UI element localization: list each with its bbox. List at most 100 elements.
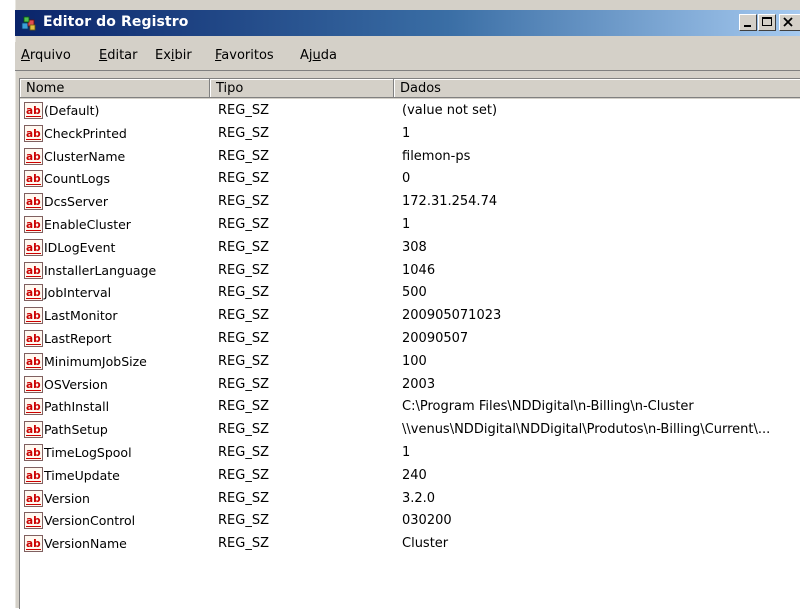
svg-text:ab: ab (26, 265, 41, 277)
window-title: Editor do Registro (43, 14, 189, 30)
menu-favoritos[interactable]: Favoritos (215, 48, 274, 63)
value-data: 1 (402, 445, 411, 460)
value-type: REG_SZ (218, 353, 269, 369)
value-name: Version (44, 490, 90, 506)
value-data: 2003 (402, 376, 436, 392)
value-type: REG_SZ (218, 376, 269, 392)
registry-values-list[interactable]: Nome Tipo Dados ab (Default) REG_SZ (value … (19, 78, 800, 609)
value-name: TimeUpdate (44, 467, 120, 483)
reg-string-ab-icon: ab (24, 330, 43, 347)
table-row[interactable]: ab VersionControl REG_SZ 030200 (20, 510, 800, 532)
close-button[interactable] (779, 14, 800, 31)
table-row[interactable]: ab IDLogEvent REG_SZ 308 (20, 237, 800, 259)
column-header-nome[interactable]: Nome (20, 79, 210, 98)
svg-text:ab: ab (26, 333, 41, 345)
value-data: 1 (402, 125, 411, 141)
value-data: 500 (402, 285, 427, 301)
svg-text:ab: ab (26, 401, 41, 413)
value-type: REG_SZ (218, 103, 269, 118)
value-type: REG_SZ (218, 445, 269, 460)
value-name: PathInstall (44, 399, 110, 415)
value-data: 308 (402, 239, 427, 255)
reg-string-ab-icon: ab (24, 170, 43, 188)
reg-string-ab-icon: ab (24, 238, 43, 256)
value-data: 200905071023 (402, 308, 502, 324)
value-data: 0 (402, 171, 411, 187)
column-header-tipo[interactable]: Tipo (210, 79, 394, 98)
table-row[interactable]: ab TimeUpdate REG_SZ 240 (20, 465, 800, 487)
value-data: Cluster (402, 536, 449, 552)
menu-editar[interactable]: Editar (99, 48, 138, 63)
minimize-button[interactable] (739, 14, 757, 31)
reg-string-ab-icon: ab (24, 421, 43, 439)
table-row[interactable]: ab MinimumJobSize REG_SZ 100 (20, 351, 800, 373)
table-row[interactable]: ab VersionName REG_SZ Cluster (20, 533, 800, 555)
value-name: ClusterName (44, 148, 126, 164)
table-row[interactable]: ab CheckPrinted REG_SZ 1 (20, 123, 800, 145)
menu-arquivo[interactable]: Arquivo (21, 48, 71, 63)
svg-text:ab: ab (26, 356, 41, 368)
value-name: TimeLogSpool (44, 445, 132, 460)
table-row[interactable]: ab ClusterName REG_SZ filemon-ps (20, 146, 800, 168)
value-name: MinimumJobSize (44, 353, 147, 369)
reg-string-ab-icon: ab (24, 535, 43, 553)
table-row[interactable]: ab (Default) REG_SZ (value not set) (20, 100, 800, 122)
table-row[interactable]: ab DcsServer REG_SZ 172.31.254.74 (20, 191, 800, 213)
regedit-window: Editor do Registro Arquivo Editar Exibir… (14, 0, 800, 609)
table-row[interactable]: ab CountLogs REG_SZ 0 (20, 168, 800, 190)
menu-ajuda[interactable]: Ajuda (300, 48, 337, 63)
table-row[interactable]: ab InstallerLanguage REG_SZ 1046 (20, 260, 800, 282)
table-row[interactable]: ab JobInterval REG_SZ 500 (20, 282, 800, 304)
minimize-icon (744, 25, 751, 27)
table-row[interactable]: ab PathSetup REG_SZ \\venus\NDDigital\NDDig… (20, 419, 800, 441)
value-name: InstallerLanguage (44, 262, 157, 278)
svg-text:ab: ab (26, 219, 41, 231)
table-row[interactable]: ab LastMonitor REG_SZ 200905071023 (20, 305, 800, 327)
reg-string-ab-icon: ab (24, 147, 43, 165)
value-name: CheckPrinted (44, 125, 127, 141)
value-name: LastMonitor (44, 308, 118, 324)
column-header-dados[interactable]: Dados (394, 79, 800, 98)
value-name: DcsServer (44, 194, 109, 210)
value-data: 100 (402, 353, 427, 369)
regedit-app-icon[interactable] (21, 15, 37, 31)
reg-string-ab-icon: ab (24, 284, 43, 302)
menu-exibir[interactable]: Exibir (155, 48, 192, 63)
value-data: 20090507 (402, 331, 469, 346)
value-type: REG_SZ (218, 262, 269, 278)
reg-string-ab-icon: ab (24, 444, 43, 461)
table-row[interactable]: ab LastReport REG_SZ 20090507 (20, 328, 800, 350)
value-type: REG_SZ (218, 171, 269, 187)
value-data: 1 (402, 217, 411, 232)
value-type: REG_SZ (218, 490, 269, 506)
table-row[interactable]: ab PathInstall REG_SZ C:\Program Files\NDDi… (20, 396, 800, 418)
value-data: 1046 (402, 262, 436, 278)
table-row[interactable]: ab Version REG_SZ 3.2.0 (20, 488, 800, 510)
table-row[interactable]: ab OSVersion REG_SZ 2003 (20, 374, 800, 396)
value-name: VersionControl (44, 513, 136, 529)
svg-text:ab: ab (26, 242, 41, 254)
value-name: CountLogs (44, 171, 110, 187)
reg-string-ab-icon: ab (24, 466, 43, 484)
svg-text:ab: ab (26, 424, 41, 436)
value-type: REG_SZ (218, 239, 269, 255)
title-bar[interactable]: Editor do Registro (15, 10, 800, 36)
svg-text:ab: ab (26, 470, 41, 482)
table-row[interactable]: ab EnableCluster REG_SZ 1 (20, 214, 800, 236)
value-type: REG_SZ (218, 422, 269, 438)
value-type: REG_SZ (218, 467, 269, 483)
maximize-button[interactable] (758, 14, 776, 31)
value-data: \\venus\NDDigital\NDDigital\Produtos\n-B… (402, 422, 771, 438)
reg-string-ab-icon: ab (24, 102, 43, 119)
svg-text:ab: ab (26, 447, 41, 459)
svg-text:ab: ab (26, 196, 41, 208)
table-row[interactable]: ab TimeLogSpool REG_SZ 1 (20, 442, 800, 464)
svg-text:ab: ab (26, 105, 41, 117)
value-type: REG_SZ (218, 331, 269, 346)
value-name: EnableCluster (44, 217, 131, 232)
value-type: REG_SZ (218, 148, 269, 164)
value-data: (value not set) (402, 103, 498, 118)
maximize-icon (762, 17, 772, 26)
value-type: REG_SZ (218, 308, 269, 324)
value-type: REG_SZ (218, 194, 269, 210)
